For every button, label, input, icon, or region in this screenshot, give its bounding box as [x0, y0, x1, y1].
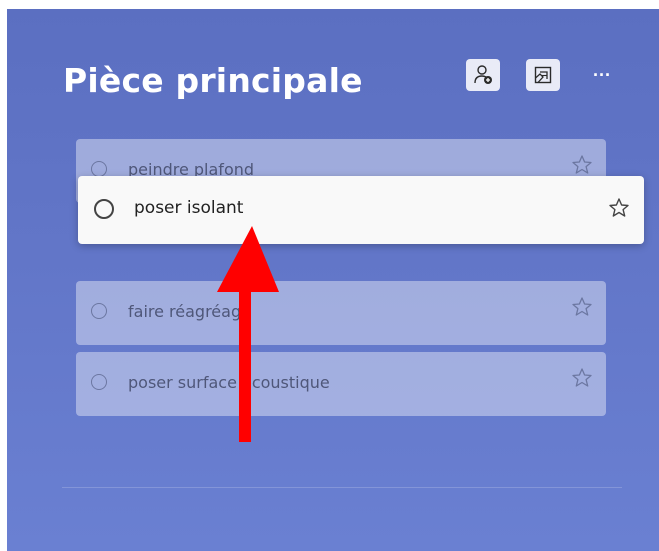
arrow-shaft [239, 290, 251, 442]
arrow-head [217, 226, 279, 292]
red-up-arrow [217, 226, 279, 442]
